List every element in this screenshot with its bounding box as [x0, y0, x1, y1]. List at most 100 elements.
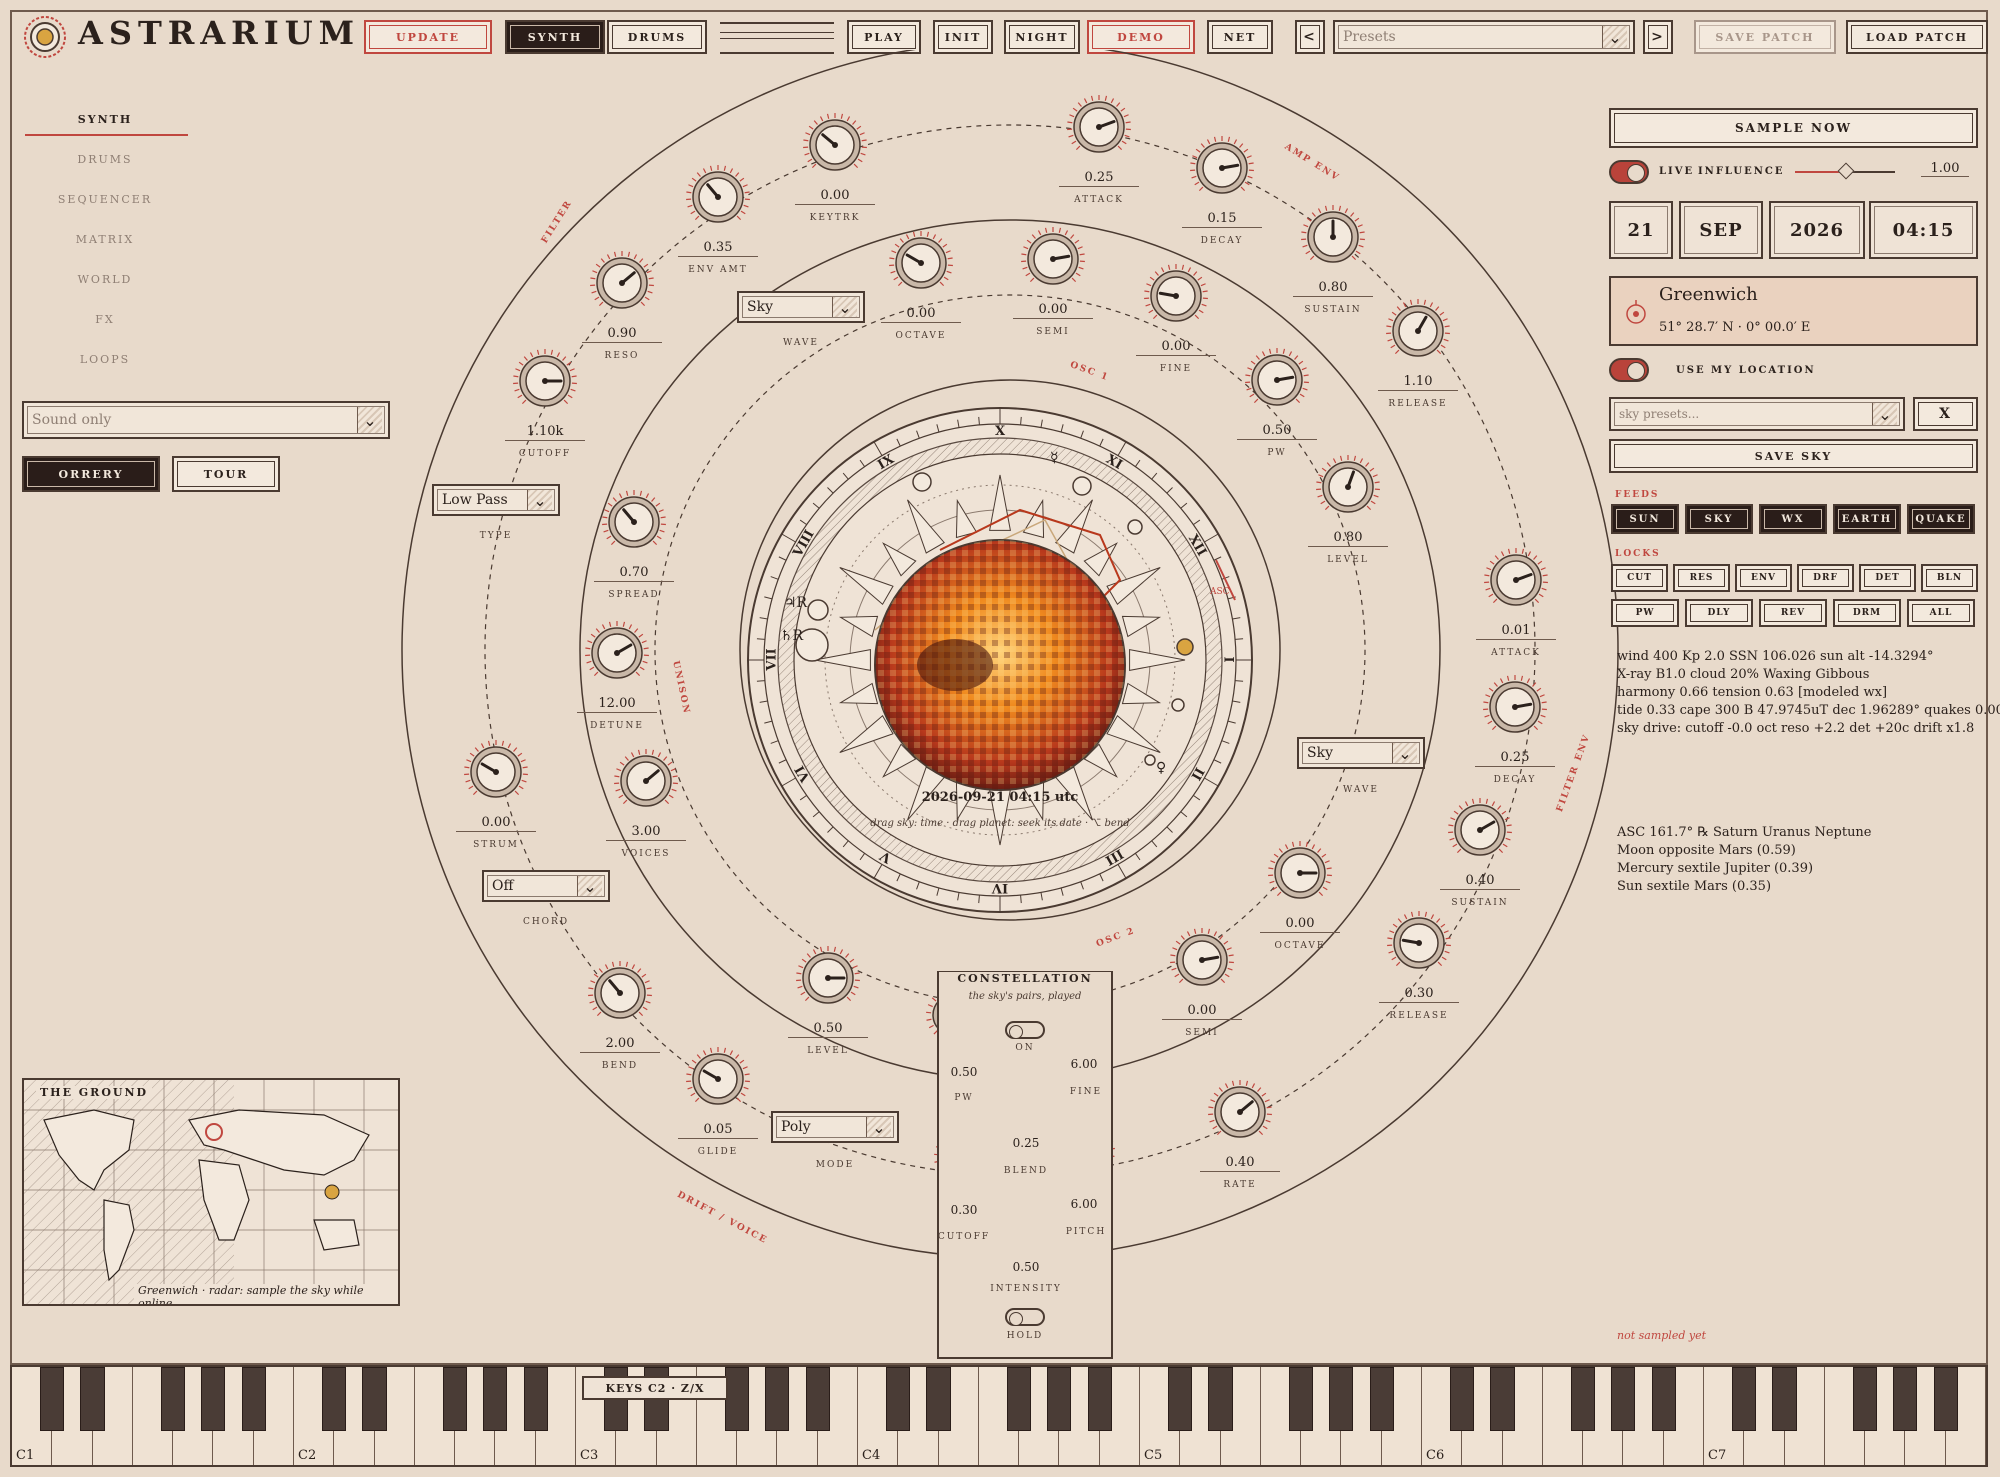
ground-map[interactable]: THE GROUND Greenwich · radar: sample the… — [22, 1078, 400, 1306]
sidebar-item-drums[interactable]: DRUMS — [25, 153, 185, 166]
knob-env-amt[interactable] — [683, 162, 753, 232]
black-key[interactable] — [80, 1367, 105, 1431]
knob-semi1[interactable] — [1018, 224, 1088, 294]
lock-drf-button[interactable]: DRF — [1797, 564, 1854, 592]
feed-quake-button[interactable]: QUAKE — [1907, 504, 1975, 534]
black-key[interactable] — [1893, 1367, 1918, 1431]
preset-next-button[interactable]: > — [1643, 20, 1673, 54]
sky-presets-select[interactable]: sky presets... ⌄ — [1609, 397, 1905, 431]
black-key[interactable] — [1772, 1367, 1797, 1431]
demo-button[interactable]: DEMO — [1087, 20, 1195, 54]
lock-det-button[interactable]: DET — [1859, 564, 1916, 592]
preset-prev-button[interactable]: < — [1295, 20, 1325, 54]
date-time[interactable]: 04:15 — [1869, 201, 1978, 259]
sidebar-item-loops[interactable]: LOOPS — [25, 353, 185, 366]
drums-button[interactable]: DRUMS — [607, 20, 707, 54]
init-button[interactable]: INIT — [933, 20, 993, 54]
sidebar-item-matrix[interactable]: MATRIX — [25, 233, 185, 246]
knob-level2[interactable] — [793, 943, 863, 1013]
lock-pw-button[interactable]: PW — [1611, 599, 1679, 627]
knob-attack-f[interactable] — [1481, 545, 1551, 615]
date-day[interactable]: 21 — [1609, 201, 1673, 259]
orrery-button[interactable]: ORRERY — [22, 456, 160, 492]
update-button[interactable]: UPDATE — [364, 20, 492, 54]
knob-spread[interactable] — [599, 487, 669, 557]
black-key[interactable] — [1289, 1367, 1314, 1431]
knob-release-amp[interactable] — [1383, 296, 1453, 366]
knob-release-f[interactable] — [1384, 908, 1454, 978]
keys-octave-badge[interactable]: KEYS C2 · Z/X — [582, 1376, 728, 1400]
black-key[interactable] — [1168, 1367, 1193, 1431]
filter-type-select[interactable]: Low Pass ⌄ — [432, 484, 560, 516]
load-patch-button[interactable]: LOAD PATCH — [1846, 20, 1988, 54]
sidebar-item-synth[interactable]: SYNTH — [25, 113, 185, 126]
black-key[interactable] — [322, 1367, 347, 1431]
black-key[interactable] — [1611, 1367, 1636, 1431]
presets-select[interactable]: Presets ⌄ — [1333, 20, 1635, 54]
orrery-dial[interactable] — [740, 400, 1260, 920]
save-patch-button[interactable]: SAVE PATCH — [1694, 20, 1836, 54]
black-key[interactable] — [1208, 1367, 1233, 1431]
black-key[interactable] — [241, 1367, 266, 1431]
black-key[interactable] — [1329, 1367, 1354, 1431]
lock-bln-button[interactable]: BLN — [1921, 564, 1978, 592]
use-my-location-toggle[interactable] — [1609, 358, 1649, 382]
net-button[interactable]: NET — [1207, 20, 1273, 54]
sidebar-item-sequencer[interactable]: SEQUENCER — [25, 193, 185, 206]
constellation-hold-toggle[interactable] — [1005, 1308, 1045, 1326]
black-key[interactable] — [926, 1367, 951, 1431]
knob-semi2[interactable] — [1167, 925, 1237, 995]
feed-sky-button[interactable]: SKY — [1685, 504, 1753, 534]
black-key[interactable] — [362, 1367, 387, 1431]
live-toggle[interactable] — [1609, 160, 1649, 184]
black-key[interactable] — [40, 1367, 65, 1431]
black-key[interactable] — [1571, 1367, 1596, 1431]
lock-drm-button[interactable]: DRM — [1833, 599, 1901, 627]
knob-strum[interactable] — [461, 737, 531, 807]
black-key[interactable] — [1933, 1367, 1958, 1431]
knob-octave1[interactable] — [886, 228, 956, 298]
knob-glide[interactable] — [683, 1044, 753, 1114]
black-key[interactable] — [1853, 1367, 1878, 1431]
mode-select[interactable]: Sound only ⌄ — [22, 401, 390, 439]
knob-reso[interactable] — [587, 248, 657, 318]
osc1-wave-select[interactable]: Sky ⌄ — [737, 291, 865, 323]
knob-pw1[interactable] — [1242, 345, 1312, 415]
knob-sustain-f[interactable] — [1445, 795, 1515, 865]
knob-level1[interactable] — [1313, 452, 1383, 522]
knob-voices[interactable] — [611, 746, 681, 816]
constellation-on-toggle[interactable] — [1005, 1021, 1045, 1039]
black-key[interactable] — [805, 1367, 830, 1431]
piano-keyboard[interactable]: C1 C2 C3 C4 C5 C6 C7 — [10, 1365, 1988, 1467]
black-key[interactable] — [161, 1367, 186, 1431]
lock-dly-button[interactable]: DLY — [1685, 599, 1753, 627]
lock-res-button[interactable]: RES — [1673, 564, 1730, 592]
feed-sun-button[interactable]: SUN — [1611, 504, 1679, 534]
black-key[interactable] — [483, 1367, 508, 1431]
osc2-wave-select[interactable]: Sky ⌄ — [1297, 737, 1425, 769]
sidebar-item-world[interactable]: WORLD — [25, 273, 185, 286]
knob-keytrk[interactable] — [800, 110, 870, 180]
feed-earth-button[interactable]: EARTH — [1833, 504, 1901, 534]
knob-cutoff[interactable] — [510, 346, 580, 416]
knob-attack-amp[interactable] — [1064, 92, 1134, 162]
date-year[interactable]: 2026 — [1769, 201, 1865, 259]
knob-bend[interactable] — [585, 958, 655, 1028]
black-key[interactable] — [443, 1367, 468, 1431]
black-key[interactable] — [1007, 1367, 1032, 1431]
knob-decay-amp[interactable] — [1187, 133, 1257, 203]
play-button[interactable]: PLAY — [847, 20, 921, 54]
black-key[interactable] — [1651, 1367, 1676, 1431]
knob-fine1[interactable] — [1141, 261, 1211, 331]
knob-octave2[interactable] — [1265, 838, 1335, 908]
lock-all-button[interactable]: ALL — [1907, 599, 1975, 627]
lock-env-button[interactable]: ENV — [1735, 564, 1792, 592]
lock-cut-button[interactable]: CUT — [1611, 564, 1668, 592]
black-key[interactable] — [201, 1367, 226, 1431]
voice-mode-select[interactable]: Poly ⌄ — [771, 1111, 899, 1143]
black-key[interactable] — [1732, 1367, 1757, 1431]
black-key[interactable] — [1369, 1367, 1394, 1431]
black-key[interactable] — [1490, 1367, 1515, 1431]
save-sky-button[interactable]: SAVE SKY — [1609, 439, 1978, 473]
black-key[interactable] — [765, 1367, 790, 1431]
